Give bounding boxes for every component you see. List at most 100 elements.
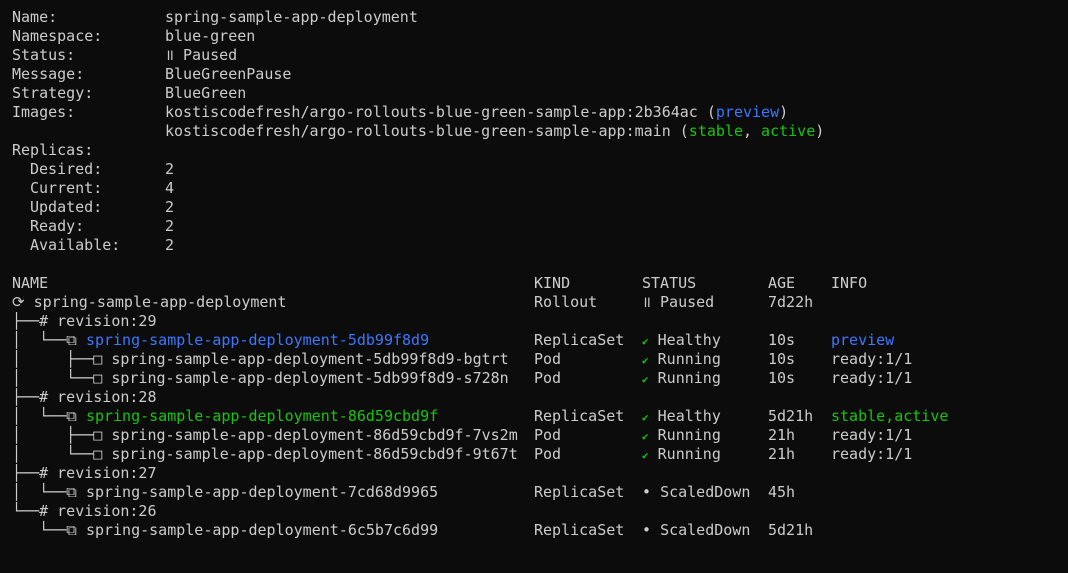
images-line: Images: kostiscodefresh/argo-rollouts-bl… bbox=[12, 103, 788, 122]
status-text: Paused bbox=[660, 293, 715, 311]
updated-value: 2 bbox=[165, 198, 175, 216]
name-label: Name: bbox=[12, 8, 58, 26]
row-name-cell: │ └──⧉ spring-sample-app-deployment-5db9… bbox=[12, 331, 429, 350]
image-tag-stable: stable bbox=[688, 122, 743, 140]
namespace-label: Namespace: bbox=[12, 27, 103, 45]
row-age: 10s bbox=[768, 369, 796, 387]
row-info: ready:1/1 bbox=[831, 350, 913, 368]
image-preview: kostiscodefresh/argo-rollouts-blue-green… bbox=[165, 103, 789, 121]
check-icon: ✔ bbox=[642, 354, 649, 367]
row-name-cell: └──# revision:26 bbox=[12, 502, 157, 521]
tree-connector: │ └──□ bbox=[12, 369, 112, 387]
status-text: Healthy bbox=[657, 407, 721, 425]
row-name-cell: ├──# revision:28 bbox=[12, 388, 157, 407]
check-icon: ✔ bbox=[642, 430, 649, 443]
tree-connector: │ └──⧉ bbox=[12, 407, 86, 425]
tree-connector: │ ├──□ bbox=[12, 426, 112, 444]
current-label: Current: bbox=[30, 179, 103, 197]
row-status: ✔ Running bbox=[642, 350, 721, 370]
row-name: revision:29 bbox=[57, 312, 157, 330]
row-kind: Pod bbox=[534, 445, 562, 463]
table-row: └──# revision:26 bbox=[12, 502, 157, 521]
row-kind: Pod bbox=[534, 369, 562, 387]
row-name: revision:27 bbox=[57, 464, 157, 482]
row-age: 5d21h bbox=[768, 521, 814, 539]
ready-label: Ready: bbox=[30, 217, 85, 235]
row-name: spring-sample-app-deployment-5db99f8d9-b… bbox=[111, 350, 509, 368]
pause-icon: ॥ bbox=[642, 293, 651, 311]
desired-line: Desired: 2 bbox=[12, 160, 174, 179]
image-tag-preview: preview bbox=[715, 103, 780, 121]
resource-tree: ⟳ spring-sample-app-deployment Rollout ॥ P… bbox=[12, 293, 948, 540]
tree-connector: │ └──⧉ bbox=[12, 331, 86, 349]
row-info: ready:1/1 bbox=[831, 445, 913, 463]
available-label: Available: bbox=[30, 236, 121, 254]
tree-connector: ⟳ bbox=[12, 293, 34, 311]
replicas-line: Replicas: bbox=[12, 141, 93, 160]
row-kind: ReplicaSet bbox=[534, 483, 625, 501]
tree-connector: │ ├──□ bbox=[12, 350, 112, 368]
row-kind: Rollout bbox=[534, 293, 598, 311]
row-name-cell: │ └──⧉ spring-sample-app-deployment-86d5… bbox=[12, 407, 438, 426]
row-name-cell: ├──# revision:27 bbox=[12, 464, 157, 483]
name-value: spring-sample-app-deployment bbox=[165, 8, 418, 26]
row-name-cell: ├──# revision:29 bbox=[12, 312, 157, 331]
ready-line: Ready: 2 bbox=[12, 217, 174, 236]
row-info: stable,active bbox=[831, 407, 949, 425]
check-icon: ✔ bbox=[642, 411, 649, 424]
name-line: Name: spring-sample-app-deployment bbox=[12, 8, 418, 27]
status-text: ScaledDown bbox=[660, 483, 751, 501]
status-text: ScaledDown bbox=[660, 521, 751, 539]
strategy-label: Strategy: bbox=[12, 84, 94, 102]
message-label: Message: bbox=[12, 65, 85, 83]
image-name: kostiscodefresh/argo-rollouts-blue-green… bbox=[165, 103, 698, 121]
status-text: Running bbox=[657, 445, 721, 463]
status-line: Status: ॥ Paused bbox=[12, 46, 237, 65]
check-icon: ✔ bbox=[642, 373, 649, 386]
row-status: • ScaledDown bbox=[642, 521, 750, 540]
desired-value: 2 bbox=[165, 160, 175, 178]
row-age: 21h bbox=[768, 445, 796, 463]
available-line: Available: 2 bbox=[12, 236, 174, 255]
tree-connector: ├──# bbox=[12, 388, 58, 406]
updated-line: Updated: 2 bbox=[12, 198, 174, 217]
row-info: preview bbox=[831, 331, 895, 349]
check-icon: ✔ bbox=[642, 449, 649, 462]
status-text: Paused bbox=[183, 46, 238, 64]
row-age: 10s bbox=[768, 350, 796, 368]
header-age: AGE bbox=[768, 274, 796, 292]
row-status: • ScaledDown bbox=[642, 483, 750, 502]
row-name: revision:26 bbox=[57, 502, 157, 520]
tree-connector: ├──# bbox=[12, 312, 58, 330]
desired-label: Desired: bbox=[30, 160, 103, 178]
table-row: ├──# revision:29 bbox=[12, 312, 157, 331]
image-name: kostiscodefresh/argo-rollouts-blue-green… bbox=[165, 122, 671, 140]
tree-connector: ├──# bbox=[12, 464, 58, 482]
row-age: 5d21h bbox=[768, 407, 814, 425]
table-row: │ └──⧉ spring-sample-app-deployment-86d5… bbox=[12, 407, 948, 426]
message-line: Message: BlueGreenPause bbox=[12, 65, 291, 84]
row-name-cell: │ ├──□ spring-sample-app-deployment-86d5… bbox=[12, 426, 518, 445]
row-name: spring-sample-app-deployment-6c5b7c6d99 bbox=[85, 521, 439, 539]
row-age: 10s bbox=[768, 331, 796, 349]
image-tag-active: active bbox=[761, 122, 816, 140]
row-status: ✔ Healthy bbox=[642, 331, 721, 351]
row-name-cell: │ └──⧉ spring-sample-app-deployment-7cd6… bbox=[12, 483, 438, 502]
table-row: ├──# revision:28 bbox=[12, 388, 157, 407]
table-row: │ └──⧉ spring-sample-app-deployment-5db9… bbox=[12, 331, 894, 350]
row-kind: ReplicaSet bbox=[534, 407, 625, 425]
available-value: 2 bbox=[165, 236, 175, 254]
status-text: Running bbox=[657, 426, 721, 444]
row-status: ✔ Healthy bbox=[642, 407, 721, 427]
table-row: ⟳ spring-sample-app-deployment Rollout ॥ P… bbox=[12, 293, 813, 312]
row-kind: Pod bbox=[534, 426, 562, 444]
image-stable: kostiscodefresh/argo-rollouts-blue-green… bbox=[165, 122, 825, 140]
row-name-cell: │ └──□ spring-sample-app-deployment-5db9… bbox=[12, 369, 509, 388]
replicas-label: Replicas: bbox=[12, 141, 94, 159]
current-value: 4 bbox=[165, 179, 175, 197]
dot-icon: • bbox=[642, 483, 652, 501]
namespace-line: Namespace: blue-green bbox=[12, 27, 255, 46]
row-status: ✔ Running bbox=[642, 445, 721, 465]
table-row: ├──# revision:27 bbox=[12, 464, 157, 483]
status-label: Status: bbox=[12, 46, 76, 64]
